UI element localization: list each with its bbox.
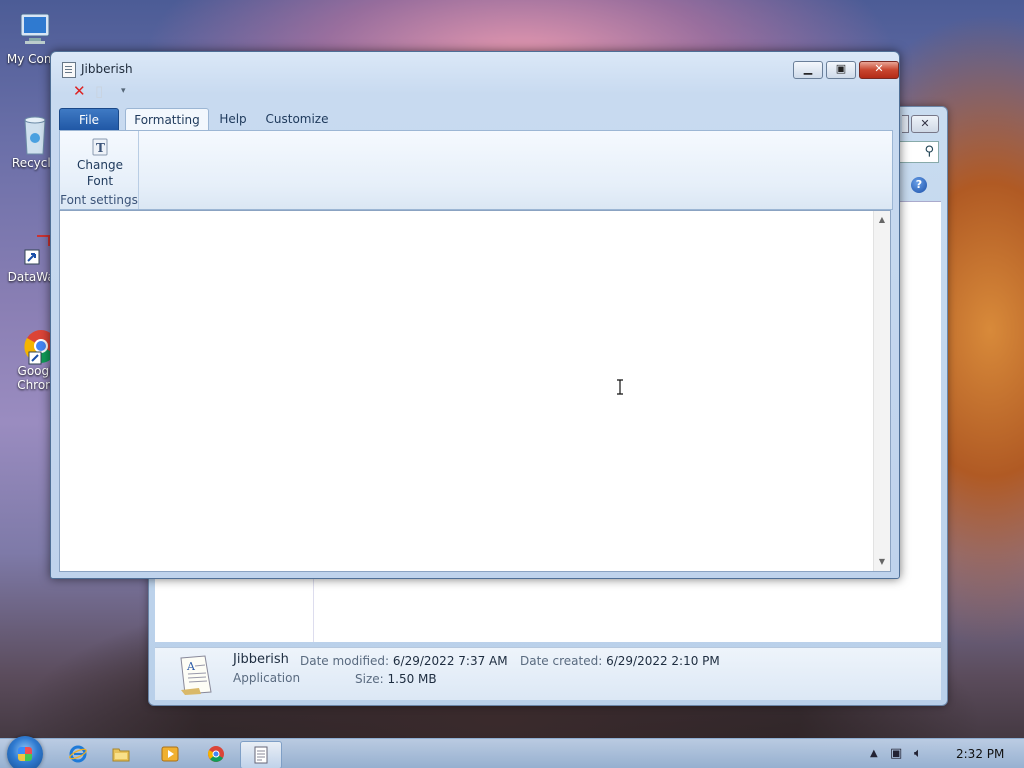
taskbar: ▲ ▣ 🔈︎ 2:32 PM [0,736,1024,768]
text-cursor-icon [616,379,624,395]
explorer-details-pane: A Jibberish Application Date modified: 6… [155,647,941,700]
show-hidden-icons-chevron-icon[interactable]: ▲ [870,748,878,759]
quick-access-new-document-icon[interactable]: ▯ [95,82,103,100]
font-icon: T [90,137,110,157]
document-icon: A [177,654,215,695]
minimize-button[interactable]: ▁ [793,61,823,79]
clock[interactable]: 2:32 PM [956,747,1004,761]
media-player-icon [161,745,179,763]
svg-text:T: T [96,141,105,155]
folder-icon [112,745,130,763]
taskbar-internet-explorer[interactable] [58,741,98,767]
details-date-modified-value: 6/29/2022 7:37 AM [392,654,508,668]
computer-icon [15,10,55,50]
document-icon [252,746,270,764]
explorer-search-input[interactable]: ⚲ [897,141,939,163]
taskbar-jibberish[interactable] [240,741,282,768]
maximize-button[interactable]: ▣ [826,61,856,79]
taskbar-file-explorer[interactable] [101,741,141,767]
details-file-name: Jibberish [233,652,289,667]
details-date-modified-label: Date modified: [300,654,390,668]
network-icon[interactable]: ▣ [890,746,902,761]
ribbon-panel: T Change Font Font settings [59,130,893,210]
details-date-created-label: Date created: [520,654,603,668]
explorer-maximize-button[interactable] [902,115,909,133]
restore-icon: ▣ [835,62,847,75]
internet-explorer-icon [69,745,87,763]
close-button[interactable]: ✕ [859,61,899,79]
tab-help[interactable]: Help [213,108,253,130]
details-date-created-value: 6/29/2022 2:10 PM [606,654,720,668]
recycle-bin-icon [15,114,55,155]
chrome-icon [207,745,225,763]
ribbon-group-font-settings: T Change Font Font settings [60,131,139,209]
text-editor-area[interactable]: ▲ ▼ [59,210,891,572]
scroll-up-icon[interactable]: ▲ [874,213,890,227]
ribbon-group-label: Font settings [60,193,138,207]
explorer-close-button[interactable]: ✕ [911,115,939,133]
chrome-icon [15,322,57,365]
details-size-label: Size: [355,672,384,686]
volume-icon[interactable]: 🔈︎ [914,746,922,761]
close-icon: ✕ [920,117,930,130]
svg-text:A: A [186,660,196,673]
jibberish-window[interactable]: Jibberish ▁ ▣ ✕ ✕ ▯ ▾ File Formatting He… [50,51,900,579]
details-size-value: 1.50 MB [387,672,437,686]
app-document-icon [62,62,76,78]
tab-file[interactable]: File [59,108,119,132]
close-icon: ✕ [874,62,884,75]
system-tray: ▲ ▣ 🔈︎ 2:32 PM [864,739,1024,768]
scroll-down-icon[interactable]: ▼ [874,555,890,569]
change-font-label-line2: Font [86,174,114,188]
tab-customize[interactable]: Customize [263,108,331,130]
help-icon[interactable]: ? [911,177,927,193]
taskbar-google-chrome[interactable] [196,741,236,767]
taskbar-media-player[interactable] [150,741,190,767]
window-title: Jibberish [81,62,133,76]
desktop: My Comp Recycle DataWag Googl Chron ✕ ⚲ … [0,0,1024,768]
minimize-icon: ▁ [803,62,813,75]
vertical-scrollbar[interactable]: ▲ ▼ [873,211,890,571]
shortcut-icon [15,228,55,268]
search-icon: ⚲ [924,144,934,159]
start-button[interactable] [7,736,43,768]
quick-access-close-icon[interactable]: ✕ [73,82,86,100]
change-font-button[interactable]: T Change Font [70,135,130,189]
quick-access-customize-dropdown-icon[interactable]: ▾ [121,82,126,100]
ribbon-tabs: File Formatting Help Customize [59,108,891,132]
details-file-type: Application [233,671,301,685]
tab-formatting[interactable]: Formatting [125,108,209,132]
change-font-label-line1: Change [77,158,123,172]
